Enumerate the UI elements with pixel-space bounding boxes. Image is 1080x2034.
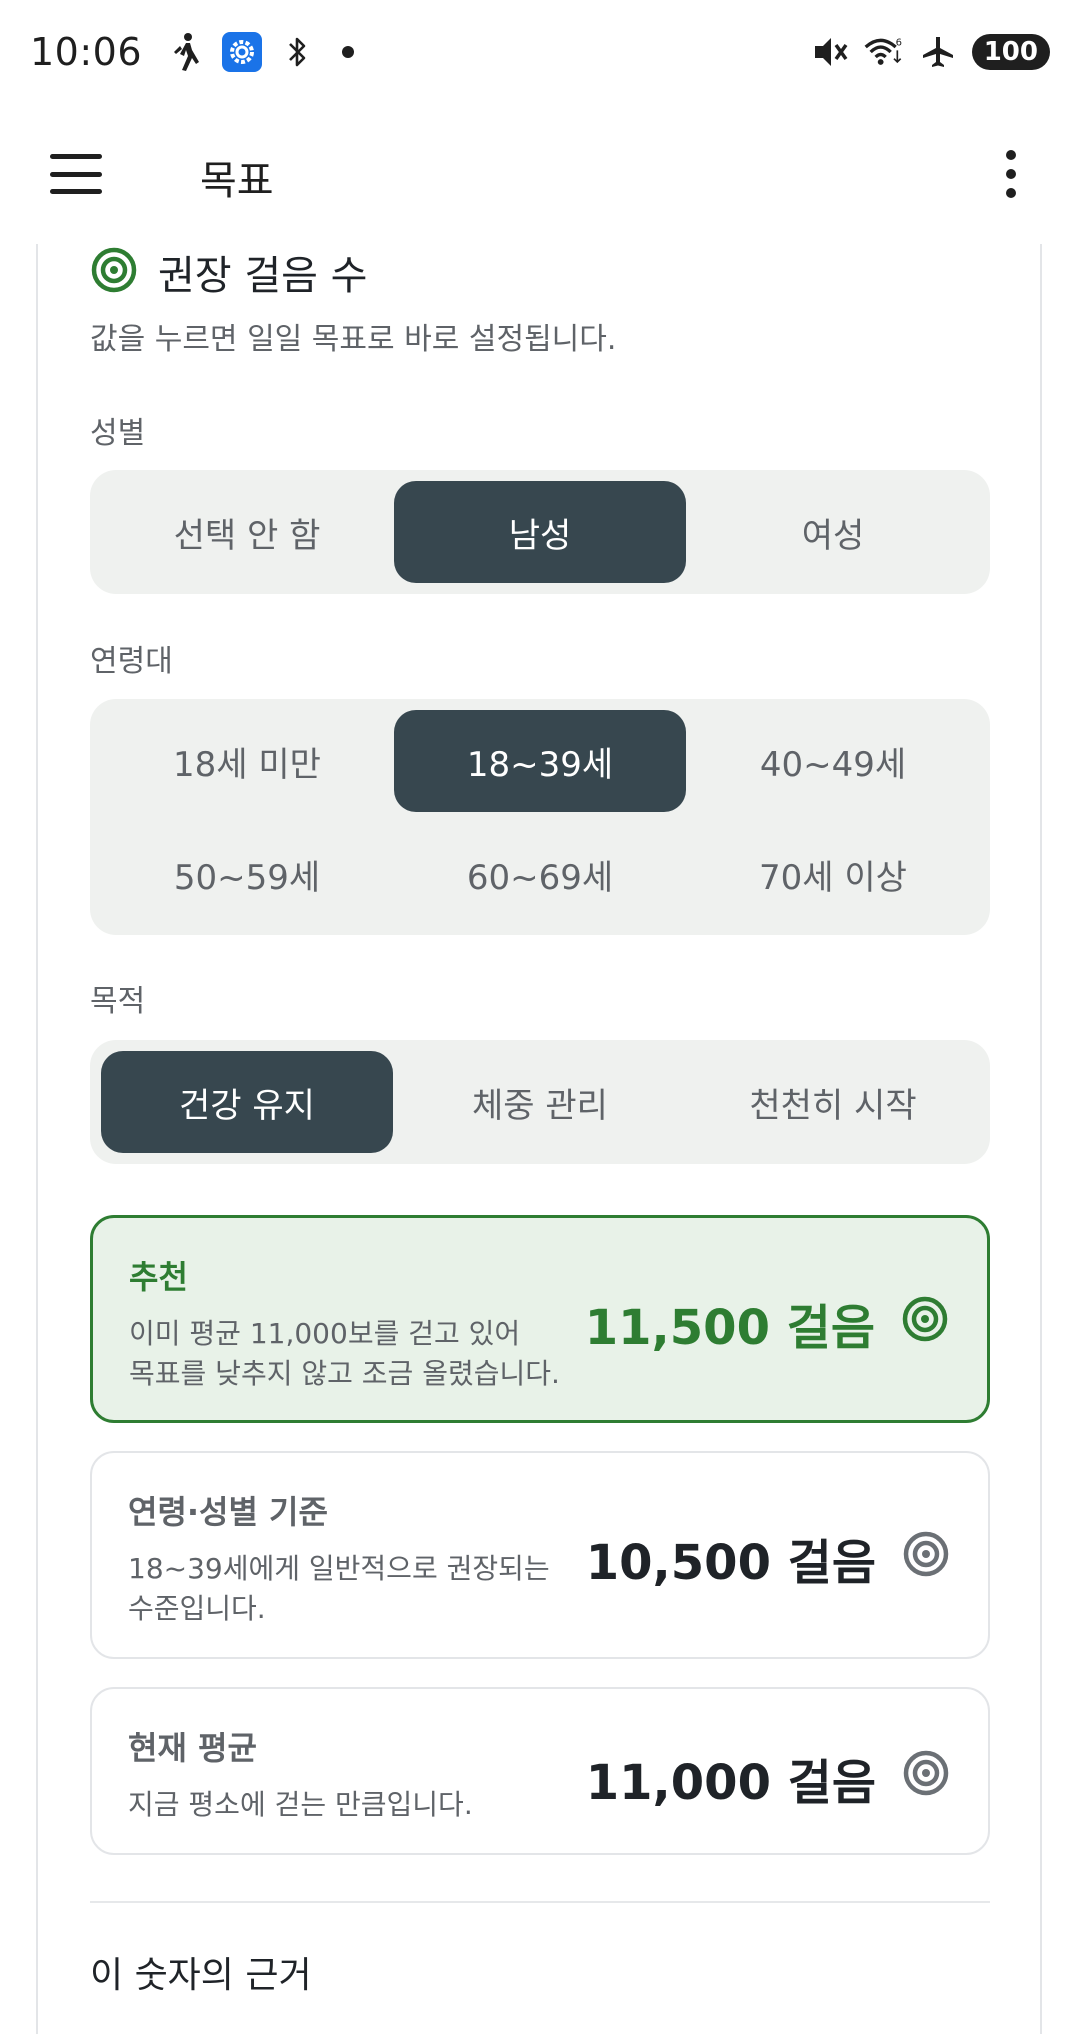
menu-icon[interactable] bbox=[44, 148, 108, 200]
page-title: 목표 bbox=[200, 158, 274, 204]
set-goal-target-icon[interactable] bbox=[902, 1530, 950, 1578]
purpose-option-health[interactable]: 건강 유지 bbox=[101, 1051, 393, 1153]
section-header: 권장 걸음 수 bbox=[90, 244, 367, 300]
age-label: 연령대 bbox=[90, 644, 173, 679]
purpose-label: 목적 bbox=[90, 984, 146, 1019]
current-average-title: 현재 평균 bbox=[128, 1729, 257, 1767]
age-selector: 18세 미만 18~39세 40~49세 50~59세 60~69세 70세 이… bbox=[90, 699, 990, 935]
age-gender-goal-card[interactable]: 연령·성별 기준 18~39세에게 일반적으로 권장되는 수준입니다. 10,5… bbox=[90, 1451, 990, 1659]
walk-icon bbox=[166, 32, 206, 72]
recommended-description-line1: 이미 평균 11,000보를 걷고 있어 bbox=[129, 1317, 521, 1350]
status-bar: 10:06 6 100 bbox=[0, 0, 1080, 104]
section-description: 값을 누르면 일일 목표로 바로 설정됩니다. bbox=[90, 322, 617, 357]
app-bar: 목표 bbox=[0, 104, 1080, 244]
age-gender-description-line2: 수준입니다. bbox=[128, 1592, 266, 1625]
purpose-selector: 건강 유지 체중 관리 천천히 시작 bbox=[90, 1040, 990, 1164]
basis-title: 이 숫자의 근거 bbox=[90, 1955, 312, 1996]
gender-option-none[interactable]: 선택 안 함 bbox=[101, 481, 393, 583]
recommended-description: 이미 평균 11,000보를 걷고 있어 목표를 낮추지 않고 조금 올렸습니다… bbox=[129, 1314, 609, 1394]
divider bbox=[90, 1901, 990, 1903]
age-option-under-18[interactable]: 18세 미만 bbox=[101, 710, 393, 812]
gender-selector: 선택 안 함 남성 여성 bbox=[90, 470, 990, 594]
goal-settings-card: 권장 걸음 수 값을 누르면 일일 목표로 바로 설정됩니다. 성별 선택 안 … bbox=[36, 244, 1042, 2034]
current-average-description-line1: 지금 평소에 걷는 만큼입니다. bbox=[128, 1788, 473, 1821]
vibrate-off-icon bbox=[810, 32, 850, 72]
bluetooth-icon bbox=[278, 32, 318, 72]
current-average-description: 지금 평소에 걷는 만큼입니다. bbox=[128, 1785, 608, 1825]
dot-icon bbox=[342, 46, 355, 58]
battery-indicator: 100 bbox=[971, 34, 1050, 70]
recommended-description-line2: 목표를 낮추지 않고 조금 올렸습니다. bbox=[129, 1357, 560, 1390]
age-option-40-49[interactable]: 40~49세 bbox=[687, 710, 979, 812]
recommended-goal-card[interactable]: 추천 이미 평균 11,000보를 걷고 있어 목표를 낮추지 않고 조금 올렸… bbox=[90, 1215, 990, 1423]
gender-option-female[interactable]: 여성 bbox=[687, 481, 979, 583]
set-goal-target-icon[interactable] bbox=[901, 1295, 949, 1343]
recommended-value: 11,500 걸음 bbox=[584, 1300, 875, 1356]
status-left: 10:06 bbox=[30, 30, 355, 74]
more-options-icon[interactable] bbox=[996, 146, 1026, 202]
age-option-60-69[interactable]: 60~69세 bbox=[394, 823, 686, 925]
airplane-icon bbox=[918, 32, 958, 72]
status-time: 10:06 bbox=[30, 30, 143, 74]
age-gender-description-line1: 18~39세에게 일반적으로 권장되는 bbox=[128, 1552, 550, 1585]
settings-icon bbox=[222, 32, 263, 72]
gender-option-male[interactable]: 남성 bbox=[394, 481, 686, 583]
recommended-title: 추천 bbox=[129, 1258, 188, 1296]
age-gender-description: 18~39세에게 일반적으로 권장되는 수준입니다. bbox=[128, 1549, 608, 1629]
section-title: 권장 걸음 수 bbox=[158, 253, 368, 299]
status-right: 6 100 bbox=[810, 32, 1050, 72]
age-option-70-plus[interactable]: 70세 이상 bbox=[687, 823, 979, 925]
age-option-18-39[interactable]: 18~39세 bbox=[394, 710, 686, 812]
age-gender-value: 10,500 걸음 bbox=[585, 1535, 876, 1591]
current-average-value: 11,000 걸음 bbox=[585, 1755, 876, 1811]
purpose-option-slow-start[interactable]: 천천히 시작 bbox=[687, 1051, 979, 1153]
purpose-option-weight[interactable]: 체중 관리 bbox=[394, 1051, 686, 1153]
target-icon bbox=[90, 246, 138, 298]
wifi-icon: 6 bbox=[864, 32, 904, 72]
age-option-50-59[interactable]: 50~59세 bbox=[101, 823, 393, 925]
current-average-goal-card[interactable]: 현재 평균 지금 평소에 걷는 만큼입니다. 11,000 걸음 bbox=[90, 1687, 990, 1855]
age-gender-title: 연령·성별 기준 bbox=[128, 1493, 328, 1531]
gender-label: 성별 bbox=[90, 416, 146, 451]
svg-text:6: 6 bbox=[895, 37, 901, 48]
set-goal-target-icon[interactable] bbox=[902, 1749, 950, 1797]
